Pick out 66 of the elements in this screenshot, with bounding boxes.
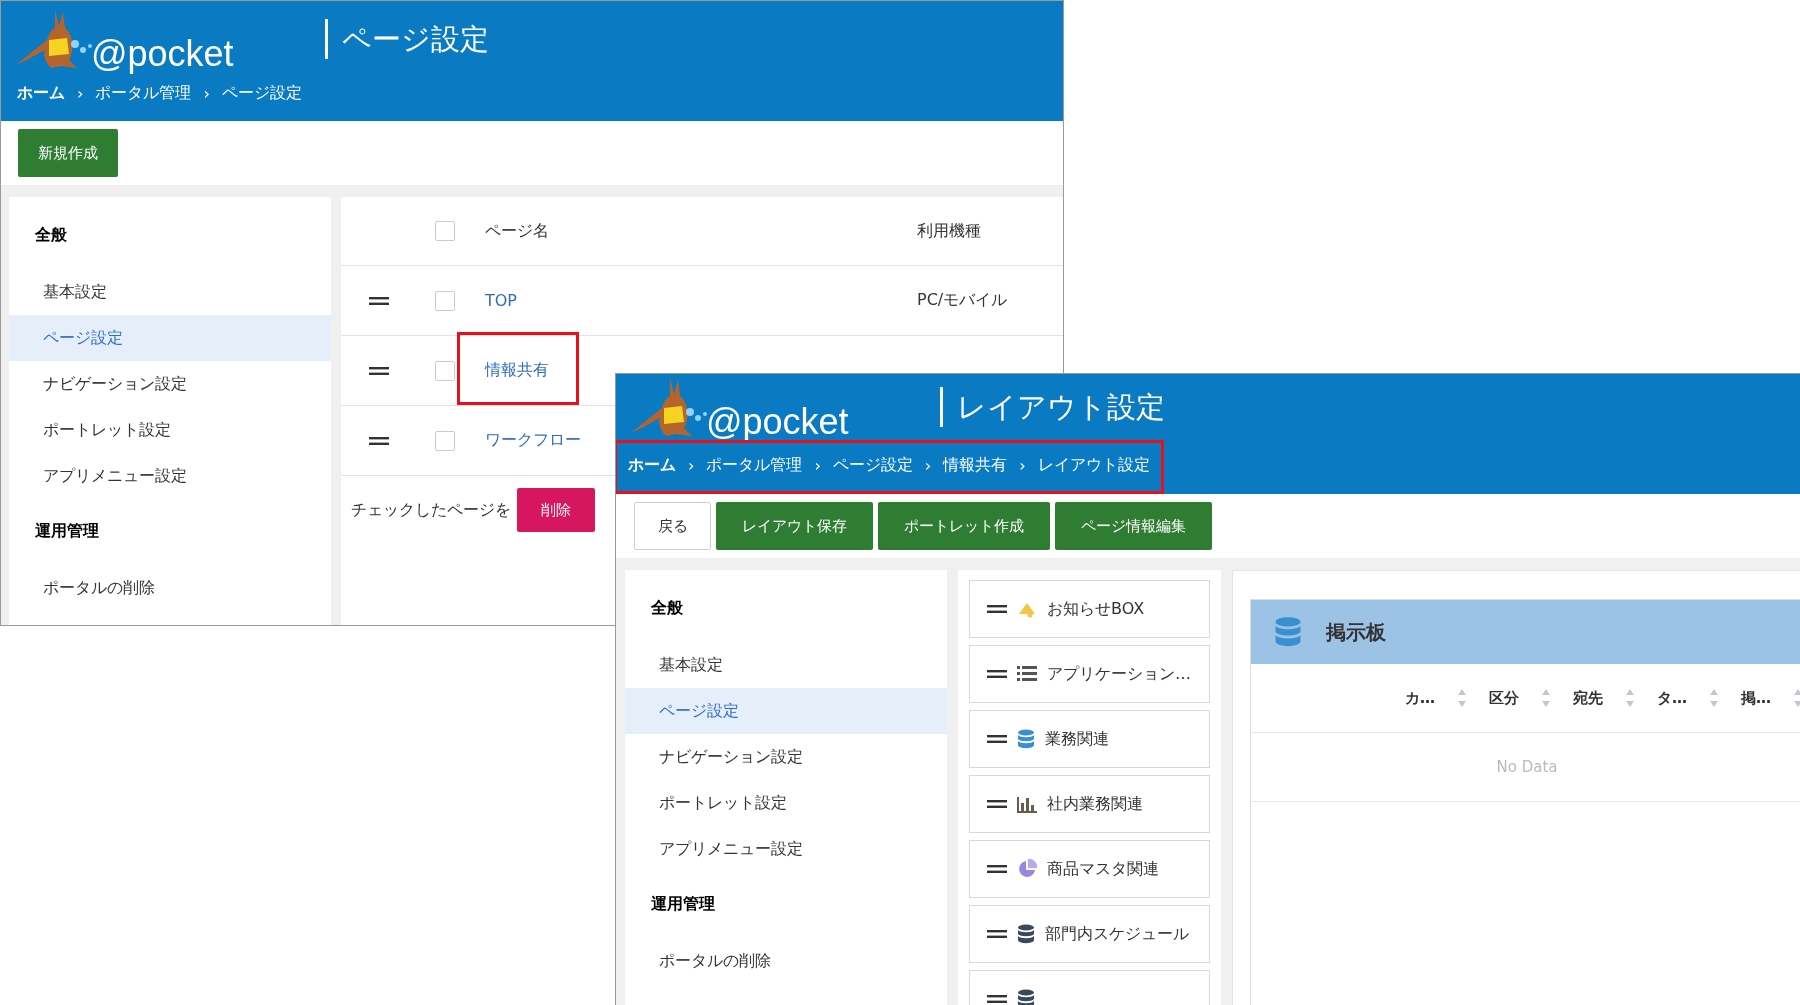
breadcrumb-link[interactable]: 情報共有 bbox=[943, 454, 1008, 476]
portlet-item[interactable]: アプリケーション… bbox=[969, 645, 1210, 703]
sidebar-item[interactable]: ナビゲーション設定 bbox=[625, 734, 947, 780]
column-header[interactable]: カ… bbox=[1405, 688, 1435, 708]
sidebar-item[interactable]: ページ設定 bbox=[625, 688, 947, 734]
action-button[interactable]: ポートレット作成 bbox=[878, 502, 1050, 550]
portlet-item[interactable]: お知らせBOX bbox=[969, 580, 1210, 638]
portlet-label: アプリケーション… bbox=[1047, 663, 1191, 685]
sidebar-heading: 全般 bbox=[650, 597, 684, 619]
portlet-label: お知らせBOX bbox=[1047, 598, 1145, 620]
sidebar-item[interactable]: アプリメニュー設定 bbox=[9, 453, 331, 499]
empty-text: No Data bbox=[1496, 758, 1558, 776]
card-title: 掲示板 bbox=[1326, 618, 1386, 646]
bulk-action-label: チェックしたページを bbox=[351, 499, 511, 521]
breadcrumb-link[interactable]: ホーム bbox=[17, 82, 65, 104]
sidebar-heading: 運用管理 bbox=[34, 520, 100, 542]
action-button[interactable]: レイアウト保存 bbox=[716, 502, 873, 550]
portlet-item[interactable]: 商品マスタ関連 bbox=[969, 840, 1210, 898]
sidebar-item[interactable]: ポートレット設定 bbox=[625, 780, 947, 826]
action-button[interactable]: ページ情報編集 bbox=[1055, 502, 1212, 550]
breadcrumb-link[interactable]: ホーム bbox=[628, 454, 676, 476]
column-header[interactable]: タ… bbox=[1657, 688, 1687, 708]
breadcrumb-link[interactable]: ページ設定 bbox=[832, 454, 913, 476]
new-button[interactable]: 新規作成 bbox=[18, 129, 118, 177]
sidebar-item[interactable]: ナビゲーション設定 bbox=[9, 361, 331, 407]
back-button[interactable]: 戻る bbox=[634, 502, 711, 550]
sidebar-item[interactable]: ポータルの削除 bbox=[625, 938, 947, 984]
portlet-label: 商品マスタ関連 bbox=[1047, 858, 1159, 880]
portlet-label: 部門内スケジュール bbox=[1045, 923, 1189, 945]
page-title: ページ設定 bbox=[325, 19, 489, 59]
portlet-item[interactable]: 業務関連 bbox=[969, 710, 1210, 768]
portlet-item[interactable]: 社内業務関連 bbox=[969, 775, 1210, 833]
breadcrumb-separator: › bbox=[203, 83, 210, 103]
portlet-label: 業務関連 bbox=[1045, 728, 1109, 750]
logo-text: @pocket bbox=[91, 36, 234, 72]
portlet-label: 社内業務関連 bbox=[1047, 793, 1143, 815]
breadcrumb-link[interactable]: ページ設定 bbox=[221, 82, 302, 104]
sidebar-item[interactable]: 基本設定 bbox=[625, 642, 947, 688]
breadcrumb-separator: › bbox=[924, 455, 932, 475]
table-cell: PC/モバイル bbox=[917, 290, 1008, 311]
breadcrumb-separator: › bbox=[814, 455, 821, 475]
breadcrumb-separator: › bbox=[77, 83, 84, 103]
sidebar-item[interactable]: 基本設定 bbox=[9, 269, 331, 315]
delete-button[interactable]: 削除 bbox=[517, 488, 595, 532]
sidebar-item[interactable]: ポータルの削除 bbox=[9, 565, 331, 611]
sidebar-heading: 全般 bbox=[34, 224, 68, 246]
sidebar-heading: 運用管理 bbox=[650, 893, 716, 915]
column-header[interactable]: 掲… bbox=[1741, 688, 1771, 708]
column-header[interactable]: 宛先 bbox=[1573, 688, 1603, 708]
sidebar-item[interactable]: ポートレット設定 bbox=[9, 407, 331, 453]
breadcrumb-separator: › bbox=[688, 455, 695, 475]
breadcrumb-link[interactable]: ポータル管理 bbox=[95, 82, 192, 104]
column-header: ページ名 bbox=[484, 220, 550, 242]
page-name-link[interactable]: TOP bbox=[485, 291, 517, 310]
column-header[interactable]: 区分 bbox=[1489, 688, 1519, 708]
sidebar-item[interactable]: ページ設定 bbox=[9, 315, 331, 361]
page-name-link[interactable]: 情報共有 bbox=[485, 360, 549, 379]
logo-text: @pocket bbox=[706, 404, 849, 440]
breadcrumb-separator: › bbox=[1019, 455, 1026, 475]
page-name-link[interactable]: ワークフロー bbox=[485, 430, 581, 449]
sidebar-item[interactable]: アプリメニュー設定 bbox=[625, 826, 947, 872]
portlet-item[interactable]: 部門内スケジュール bbox=[969, 905, 1210, 963]
breadcrumb-link[interactable]: ポータル管理 bbox=[706, 454, 803, 476]
breadcrumb-link[interactable]: レイアウト設定 bbox=[1037, 454, 1150, 476]
column-header: 利用機種 bbox=[917, 220, 981, 242]
page-title: レイアウト設定 bbox=[940, 387, 1165, 427]
